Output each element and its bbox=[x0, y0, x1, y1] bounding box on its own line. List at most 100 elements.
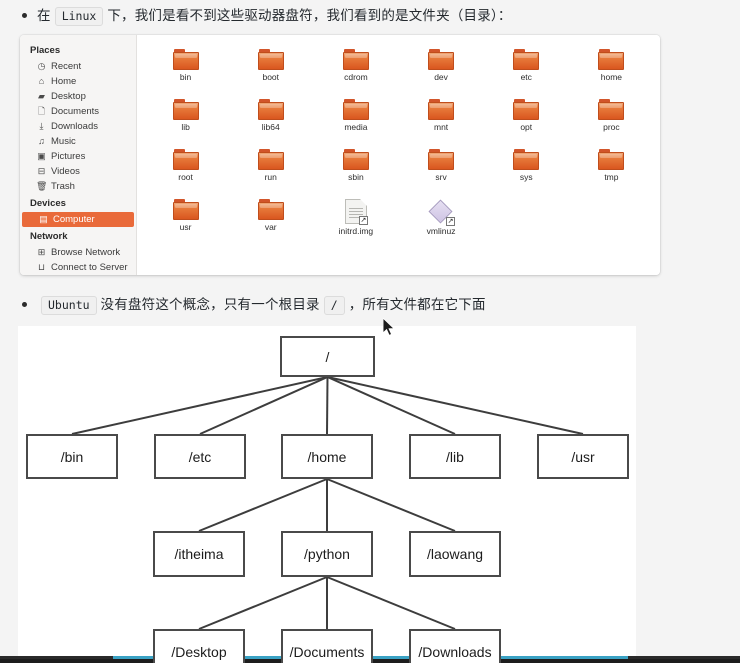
file-item[interactable]: bin bbox=[143, 49, 228, 95]
file-name-label: srv bbox=[435, 172, 447, 182]
clock-icon: ◷ bbox=[37, 61, 46, 71]
file-name-label: proc bbox=[603, 122, 620, 132]
file-name-label: lib bbox=[181, 122, 190, 132]
folder-icon bbox=[172, 99, 199, 120]
bullet-text-segment: 下，我们是看不到这些驱动器盘符，我们看到的是文件夹（目录）： bbox=[107, 8, 512, 23]
tree-node-documents: /Documents bbox=[281, 629, 373, 663]
bullet-text-segment: 在 bbox=[37, 8, 51, 23]
tree-node-itheima: /itheima bbox=[153, 531, 245, 577]
sidebar-item-browse-network[interactable]: ⊞ Browse Network bbox=[20, 245, 136, 260]
bullet-marker-icon bbox=[22, 12, 27, 18]
download-icon: ⤓ bbox=[39, 121, 44, 131]
sidebar-item-connect-to-server[interactable]: ⊔ Connect to Server bbox=[20, 260, 136, 275]
file-name-label: initrd.img bbox=[338, 226, 374, 236]
sidebar-item-label: Browse Network bbox=[51, 247, 121, 258]
sidebar-item-label: Music bbox=[51, 136, 76, 147]
video-icon: ⊟ bbox=[37, 166, 46, 176]
sidebar-item-music[interactable]: ♫ Music bbox=[20, 134, 136, 149]
sidebar-item-videos[interactable]: ⊟ Videos bbox=[20, 164, 136, 179]
file-item[interactable]: usr bbox=[143, 199, 228, 245]
folder-icon bbox=[342, 99, 369, 120]
sidebar-item-label: Pictures bbox=[51, 151, 86, 162]
sidebar-item-documents[interactable]: 🗋 Documents bbox=[20, 104, 136, 119]
file-item[interactable]: root bbox=[143, 149, 228, 195]
file-item[interactable]: lib bbox=[143, 99, 228, 145]
document-icon: 🗋 bbox=[37, 106, 46, 116]
sidebar-item-downloads[interactable]: ⤓ Downloads bbox=[20, 119, 136, 134]
bullet-linux: 在 Linux 下，我们是看不到这些驱动器盘符，我们看到的是文件夹（目录）： bbox=[22, 4, 512, 26]
file-item[interactable]: srv bbox=[398, 149, 483, 195]
file-name-label: cdrom bbox=[344, 72, 368, 82]
file-item[interactable]: dev bbox=[398, 49, 483, 95]
tree-node-desktop: /Desktop bbox=[153, 629, 245, 663]
folder-icon bbox=[598, 49, 625, 70]
file-item[interactable]: run bbox=[228, 149, 313, 195]
sidebar-item-recent[interactable]: ◷ Recent bbox=[20, 59, 136, 74]
tree-edge bbox=[326, 576, 456, 630]
file-manager-sidebar: Places ◷ Recent ⌂ Home ▰ Desktop 🗋 Documents ⤓ Dow… bbox=[20, 35, 137, 275]
sidebar-item-home[interactable]: ⌂ Home bbox=[20, 74, 136, 89]
sidebar-item-desktop[interactable]: ▰ Desktop bbox=[20, 89, 136, 104]
sidebar-item-label: Home bbox=[51, 76, 77, 87]
file-item[interactable]: home bbox=[569, 49, 654, 95]
file-name-label: lib64 bbox=[261, 122, 280, 132]
file-name-label: mnt bbox=[433, 122, 449, 132]
folder-icon bbox=[257, 99, 284, 120]
folder-icon bbox=[513, 99, 540, 120]
file-item[interactable]: mnt bbox=[398, 99, 483, 145]
tree-edge bbox=[198, 576, 328, 630]
tree-node-label: /laowang bbox=[426, 546, 484, 562]
tree-edge bbox=[327, 376, 584, 435]
file-item[interactable]: var bbox=[228, 199, 313, 245]
tree-node-home: /home bbox=[281, 434, 373, 479]
trash-icon: 🗑 bbox=[36, 181, 48, 191]
sidebar-item-trash[interactable]: 🗑 Trash bbox=[20, 179, 136, 194]
file-name-label: var bbox=[264, 222, 277, 232]
file-item[interactable]: ↗ initrd.img bbox=[313, 199, 398, 245]
sidebar-item-computer[interactable]: ▤ Computer bbox=[22, 212, 134, 227]
music-icon: ♫ bbox=[38, 136, 45, 146]
bullet-text-segment: ，所有文件都在它下面 bbox=[348, 297, 486, 312]
file-item[interactable]: cdrom bbox=[313, 49, 398, 95]
file-name-label: home bbox=[600, 72, 623, 82]
sidebar-item-pictures[interactable]: ▣ Pictures bbox=[20, 149, 136, 164]
sidebar-item-label: Videos bbox=[51, 166, 80, 177]
file-item[interactable]: boot bbox=[228, 49, 313, 95]
bullet-marker-icon bbox=[22, 301, 27, 307]
tree-node-downloads: /Downloads bbox=[409, 629, 501, 663]
kernel-link-icon: ↗ bbox=[428, 199, 456, 226]
file-name-label: dev bbox=[434, 72, 448, 82]
tree-edge bbox=[327, 376, 456, 435]
tree-node-label: /itheima bbox=[174, 546, 224, 562]
tree-node-etc: /etc bbox=[154, 434, 246, 479]
file-item[interactable]: sys bbox=[484, 149, 569, 195]
folder-icon bbox=[598, 99, 625, 120]
file-name-label: boot bbox=[262, 72, 280, 82]
bullet-ubuntu-text: Ubuntu 没有盘符这个概念，只有一个根目录 / ，所有文件都在它下面 bbox=[37, 293, 486, 315]
file-item[interactable]: ↗ vmlinuz bbox=[398, 199, 483, 245]
file-item[interactable]: sbin bbox=[313, 149, 398, 195]
file-item[interactable]: lib64 bbox=[228, 99, 313, 145]
tree-edge bbox=[326, 376, 329, 435]
file-item[interactable]: opt bbox=[484, 99, 569, 145]
file-name-label: sys bbox=[519, 172, 533, 182]
tree-node-label: /Documents bbox=[289, 644, 365, 660]
file-item[interactable]: proc bbox=[569, 99, 654, 145]
folder-icon bbox=[598, 149, 625, 170]
tree-node-laowang: /laowang bbox=[409, 531, 501, 577]
file-item[interactable]: etc bbox=[484, 49, 569, 95]
file-item[interactable]: tmp bbox=[569, 149, 654, 195]
file-item[interactable]: media bbox=[313, 99, 398, 145]
tree-node-bin: /bin bbox=[26, 434, 118, 479]
camera-icon: ▣ bbox=[37, 151, 46, 161]
folder-icon bbox=[342, 149, 369, 170]
home-icon: ⌂ bbox=[38, 76, 45, 86]
tree-node-root: / bbox=[280, 336, 375, 377]
sidebar-item-label: Documents bbox=[51, 106, 100, 117]
sidebar-item-label: Computer bbox=[53, 214, 95, 225]
tree-node-label: /etc bbox=[188, 448, 212, 465]
tree-node-label: /Desktop bbox=[171, 644, 227, 660]
folder-icon bbox=[257, 49, 284, 70]
sidebar-group-title: Devices bbox=[30, 198, 66, 209]
sidebar-group-title: Network bbox=[30, 231, 68, 242]
